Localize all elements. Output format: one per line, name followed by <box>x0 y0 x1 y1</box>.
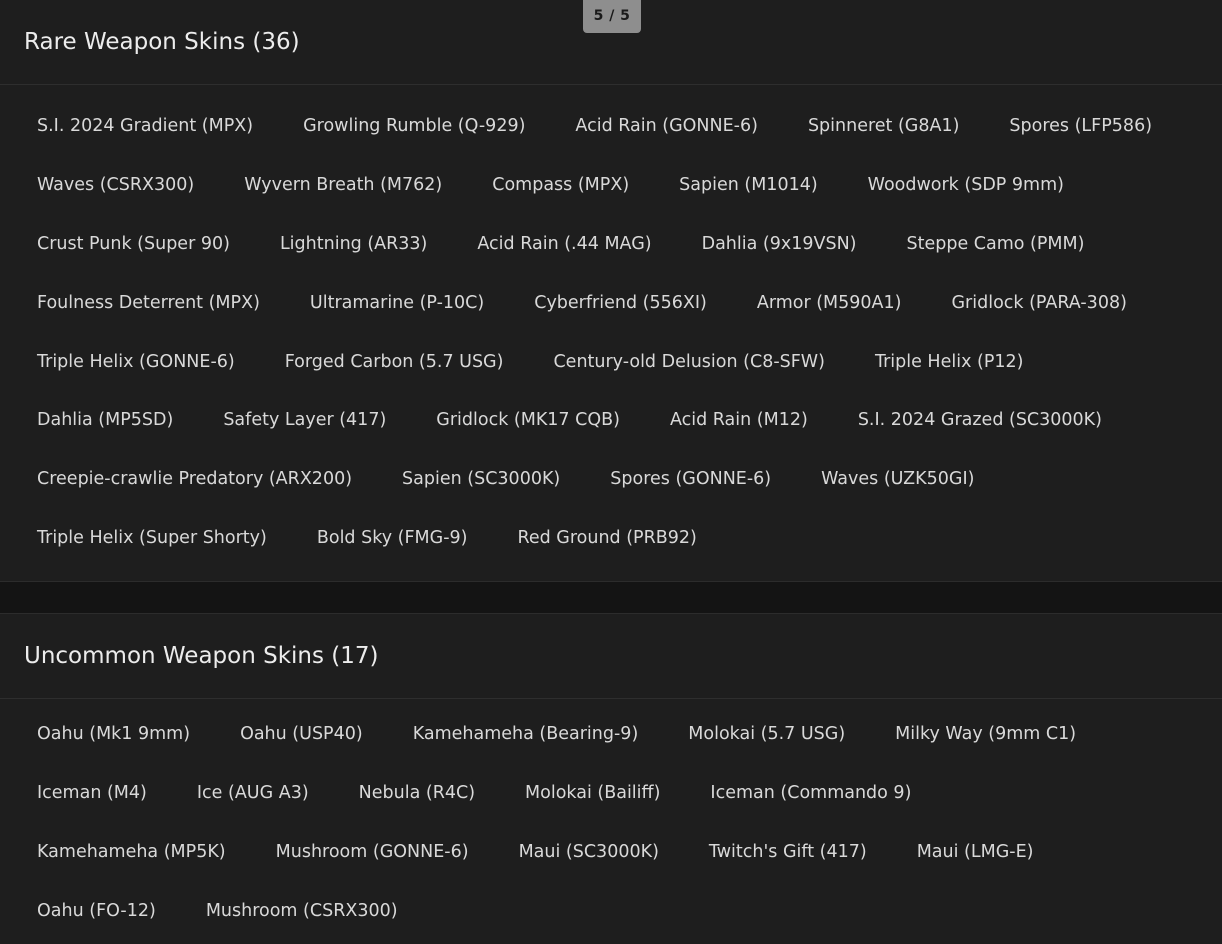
uncommon-skins-row: Kamehameha (MP5K) Mushroom (GONNE-6) Maui … <box>37 823 1222 882</box>
skin-item[interactable]: Sapien (SC3000K) <box>402 469 560 489</box>
skin-item[interactable]: Kamehameha (MP5K) <box>37 842 226 862</box>
skin-item[interactable]: Maui (LMG-E) <box>917 842 1034 862</box>
uncommon-skins-row: Iceman (M4) Ice (AUG A3) Nebula (R4C) Molok… <box>37 764 1222 823</box>
rare-skins-row: S.I. 2024 Gradient (MPX) Growling Rumble … <box>37 97 1222 156</box>
skin-item[interactable]: Triple Helix (Super Shorty) <box>37 528 267 548</box>
skin-item[interactable]: Ultramarine (P-10C) <box>310 293 484 313</box>
skin-item[interactable]: Gridlock (PARA-308) <box>951 293 1126 313</box>
skin-item[interactable]: Spinneret (G8A1) <box>808 116 959 136</box>
skin-item[interactable]: Waves (CSRX300) <box>37 175 194 195</box>
skin-item[interactable]: Creepie-crawlie Predatory (ARX200) <box>37 469 352 489</box>
skin-item[interactable]: Nebula (R4C) <box>359 783 475 803</box>
uncommon-skins-panel: Uncommon Weapon Skins (17) Oahu (Mk1 9mm… <box>0 613 1222 944</box>
skin-item[interactable]: Acid Rain (M12) <box>670 410 808 430</box>
rare-skins-row: Creepie-crawlie Predatory (ARX200) Sapien… <box>37 450 1222 509</box>
skin-item[interactable]: Triple Helix (GONNE-6) <box>37 352 235 372</box>
skin-item[interactable]: Steppe Camo (PMM) <box>907 234 1085 254</box>
skin-item[interactable]: Growling Rumble (Q-929) <box>303 116 525 136</box>
rare-skins-list: S.I. 2024 Gradient (MPX) Growling Rumble … <box>0 85 1222 567</box>
skin-item[interactable]: Kamehameha (Bearing-9) <box>413 724 639 744</box>
skin-item[interactable]: Bold Sky (FMG-9) <box>317 528 468 548</box>
rare-skins-panel: Rare Weapon Skins (36) S.I. 2024 Gradien… <box>0 0 1222 582</box>
skin-item[interactable]: Mushroom (CSRX300) <box>206 901 398 921</box>
skin-item[interactable]: Iceman (M4) <box>37 783 147 803</box>
skin-item[interactable]: Oahu (Mk1 9mm) <box>37 724 190 744</box>
skin-item[interactable]: Wyvern Breath (M762) <box>244 175 442 195</box>
skin-item[interactable]: Mushroom (GONNE-6) <box>276 842 469 862</box>
rare-skins-row: Foulness Deterrent (MPX) Ultramarine (P-1… <box>37 273 1222 332</box>
skin-item[interactable]: Molokai (Bailiff) <box>525 783 660 803</box>
skin-item[interactable]: Lightning (AR33) <box>280 234 427 254</box>
skin-item[interactable]: Dahlia (9x19VSN) <box>702 234 857 254</box>
skin-item[interactable]: Sapien (M1014) <box>679 175 818 195</box>
skin-item[interactable]: Foulness Deterrent (MPX) <box>37 293 260 313</box>
skin-item[interactable]: Compass (MPX) <box>492 175 629 195</box>
skin-item[interactable]: Oahu (USP40) <box>240 724 363 744</box>
skin-item[interactable]: S.I. 2024 Gradient (MPX) <box>37 116 253 136</box>
skin-item[interactable]: Red Ground (PRB92) <box>517 528 696 548</box>
skin-item[interactable]: Milky Way (9mm C1) <box>895 724 1076 744</box>
skin-item[interactable]: Spores (LFP586) <box>1009 116 1152 136</box>
page: 5 / 5 Rare Weapon Skins (36) S.I. 2024 G… <box>0 0 1222 944</box>
skin-item[interactable]: Triple Helix (P12) <box>875 352 1024 372</box>
uncommon-skins-header: Uncommon Weapon Skins (17) <box>0 614 1222 699</box>
skin-item[interactable]: Ice (AUG A3) <box>197 783 309 803</box>
uncommon-skins-row: Oahu (Mk1 9mm) Oahu (USP40) Kamehameha (Be… <box>37 705 1222 764</box>
skin-item[interactable]: Gridlock (MK17 CQB) <box>436 410 620 430</box>
rare-skins-row: Waves (CSRX300) Wyvern Breath (M762) Compa… <box>37 156 1222 215</box>
rare-skins-row: Triple Helix (GONNE-6) Forged Carbon (5.7… <box>37 332 1222 391</box>
uncommon-skins-title: Uncommon Weapon Skins (17) <box>24 643 379 669</box>
skin-item[interactable]: Woodwork (SDP 9mm) <box>868 175 1064 195</box>
skin-item[interactable]: Twitch's Gift (417) <box>709 842 867 862</box>
page-indicator: 5 / 5 <box>583 0 641 33</box>
skin-item[interactable]: Waves (UZK50GI) <box>821 469 974 489</box>
skin-item[interactable]: S.I. 2024 Grazed (SC3000K) <box>858 410 1102 430</box>
skin-item[interactable]: Forged Carbon (5.7 USG) <box>285 352 504 372</box>
rare-skins-row: Triple Helix (Super Shorty) Bold Sky (FMG… <box>37 509 1222 568</box>
skin-item[interactable]: Dahlia (MP5SD) <box>37 410 173 430</box>
uncommon-skins-row: Oahu (FO-12) Mushroom (CSRX300) <box>37 881 1222 940</box>
skin-item[interactable]: Maui (SC3000K) <box>519 842 659 862</box>
skin-item[interactable]: Crust Punk (Super 90) <box>37 234 230 254</box>
skin-item[interactable]: Cyberfriend (556XI) <box>534 293 707 313</box>
skin-item[interactable]: Spores (GONNE-6) <box>610 469 771 489</box>
skin-item[interactable]: Molokai (5.7 USG) <box>688 724 845 744</box>
rare-skins-title: Rare Weapon Skins (36) <box>24 29 300 55</box>
rare-skins-row: Dahlia (MP5SD) Safety Layer (417) Gridlock… <box>37 391 1222 450</box>
skin-item[interactable]: Acid Rain (GONNE-6) <box>575 116 758 136</box>
skin-item[interactable]: Century-old Delusion (C8-SFW) <box>553 352 825 372</box>
skin-item[interactable]: Acid Rain (.44 MAG) <box>477 234 651 254</box>
skin-item[interactable]: Armor (M590A1) <box>757 293 902 313</box>
rare-skins-row: Crust Punk (Super 90) Lightning (AR33) Aci… <box>37 215 1222 274</box>
uncommon-skins-list: Oahu (Mk1 9mm) Oahu (USP40) Kamehameha (Be… <box>0 699 1222 940</box>
skin-item[interactable]: Safety Layer (417) <box>223 410 386 430</box>
skin-item[interactable]: Oahu (FO-12) <box>37 901 156 921</box>
skin-item[interactable]: Iceman (Commando 9) <box>710 783 911 803</box>
